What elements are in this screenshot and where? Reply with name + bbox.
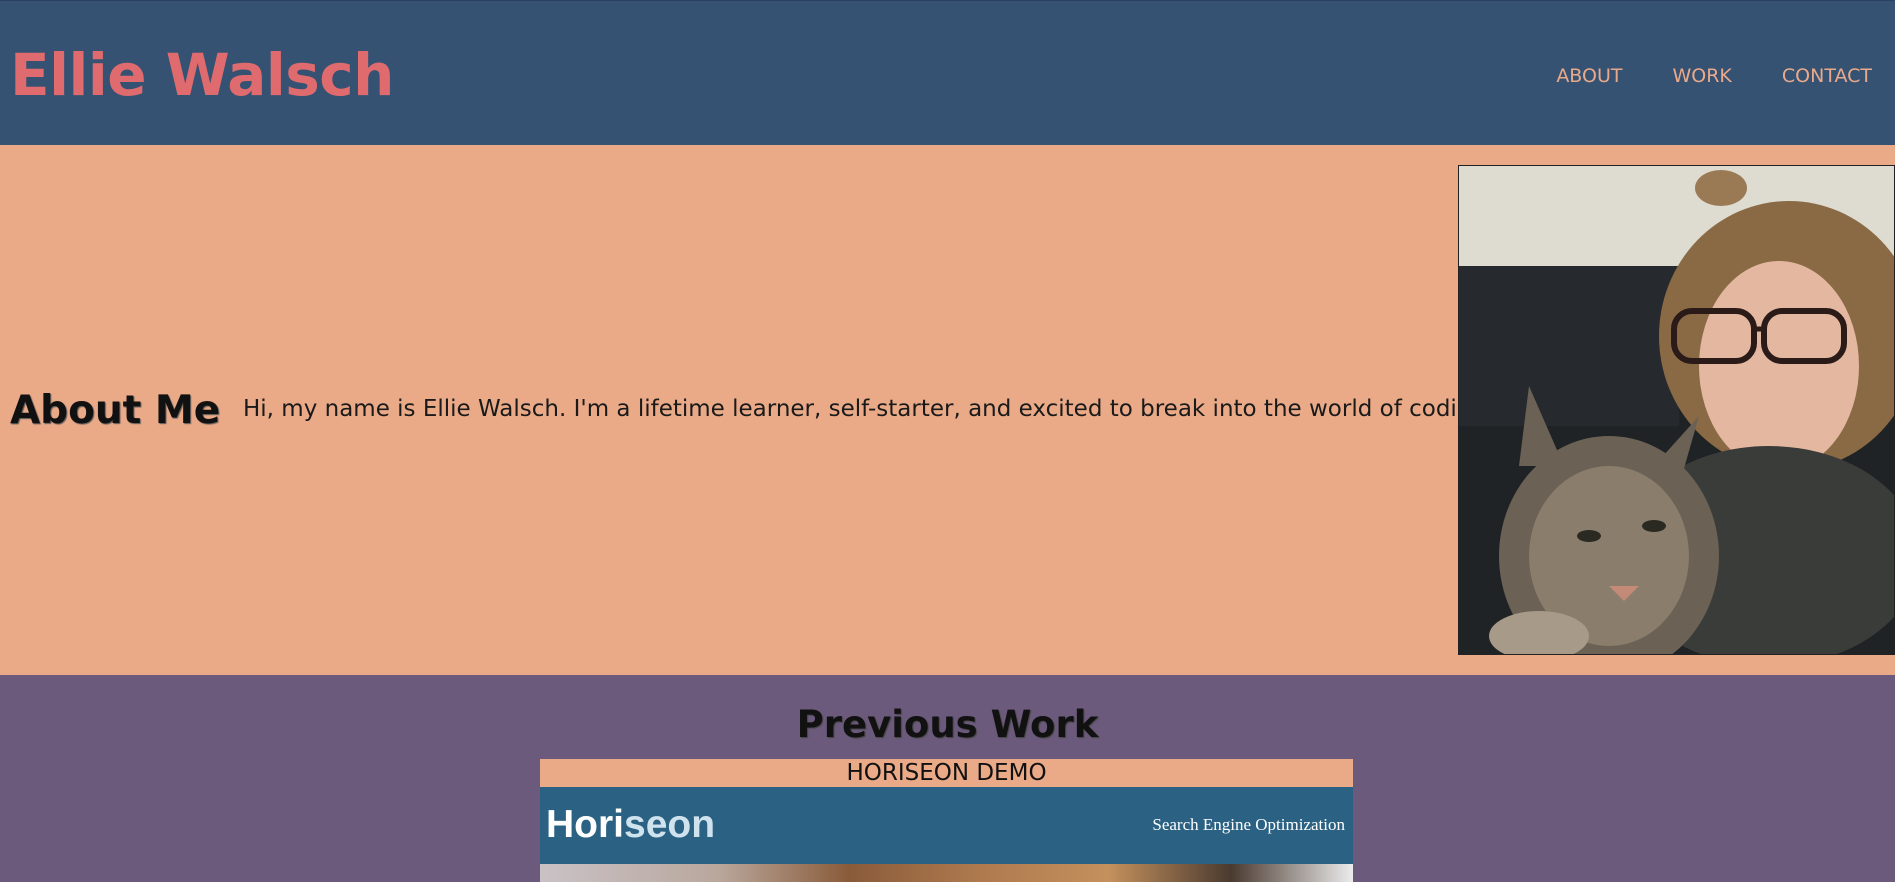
- work-heading: Previous Work: [796, 703, 1099, 746]
- nav-about-link[interactable]: ABOUT: [1556, 65, 1622, 87]
- project-preview-image: Horiseon Search Engine Optimization: [540, 787, 1353, 882]
- nav-contact-link[interactable]: CONTACT: [1782, 65, 1872, 87]
- horiseon-tagline: Search Engine Optimization: [1152, 815, 1345, 834]
- work-section: Previous Work HORISEON DEMO Horiseon Sea…: [0, 675, 1895, 882]
- about-section: About Me Hi, my name is Ellie Walsch. I'…: [0, 145, 1895, 675]
- profile-photo: [1458, 165, 1895, 655]
- main-nav: ABOUT WORK CONTACT: [1556, 65, 1872, 87]
- about-text: Hi, my name is Ellie Walsch. I'm a lifet…: [243, 396, 1496, 422]
- nav-work-link[interactable]: WORK: [1672, 65, 1731, 87]
- project-card-horiseon[interactable]: HORISEON DEMO Horiseon Search Engine Opt…: [540, 759, 1353, 882]
- site-title: Ellie Walsch: [10, 41, 394, 109]
- about-heading: About Me: [10, 388, 221, 433]
- preview-hero-strip: [540, 864, 1353, 882]
- project-label: HORISEON DEMO: [540, 759, 1353, 787]
- site-header: Ellie Walsch ABOUT WORK CONTACT: [0, 0, 1895, 145]
- horiseon-logo: Horiseon: [546, 803, 716, 846]
